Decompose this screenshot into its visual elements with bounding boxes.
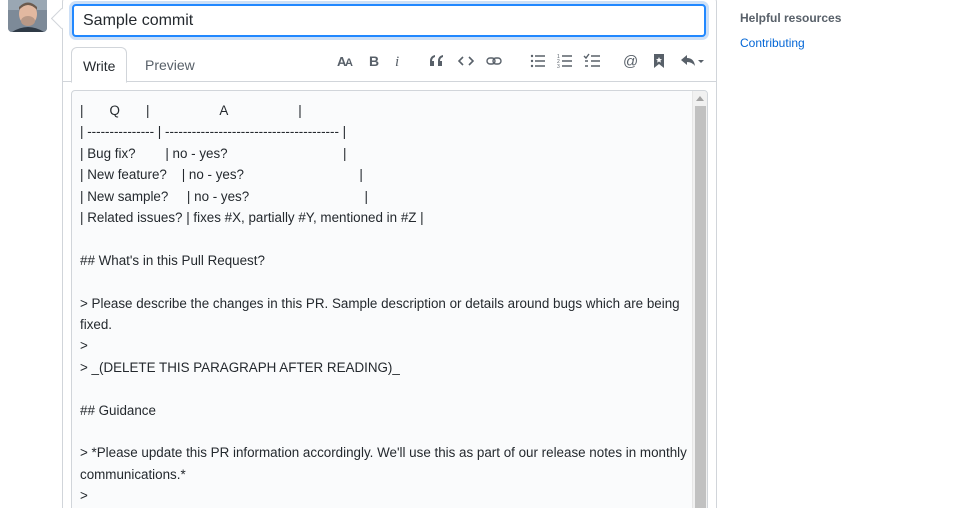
body-line: ## What's in this Pull Request? — [80, 252, 265, 268]
avatar[interactable] — [8, 0, 47, 32]
body-line: > Please describe the changes in this PR… — [80, 295, 684, 333]
helpful-resources-heading: Helpful resources — [740, 11, 842, 25]
svg-text:3: 3 — [557, 64, 560, 69]
code-icon[interactable] — [456, 51, 476, 71]
body-line — [80, 271, 688, 292]
title-input[interactable] — [72, 4, 706, 37]
body-line: | New sample? | no - yes? | — [80, 188, 369, 204]
body-line: ## Guidance — [80, 402, 156, 418]
svg-text:i: i — [395, 54, 399, 69]
tab-write[interactable]: Write — [71, 47, 127, 83]
mention-icon[interactable]: @ — [621, 51, 641, 71]
svg-text:B: B — [369, 53, 379, 69]
reply-icon[interactable] — [680, 51, 706, 71]
body-line: > _(DELETE THIS PARAGRAPH AFTER READING)… — [80, 359, 400, 375]
unordered-list-icon[interactable] — [528, 51, 548, 71]
tab-preview[interactable]: Preview — [133, 47, 207, 83]
link-icon[interactable] — [484, 51, 504, 71]
contributing-link[interactable]: Contributing — [740, 36, 805, 50]
body-line: | --------------- | --------------------… — [80, 124, 347, 140]
body-line: > — [80, 338, 88, 354]
body-line — [80, 378, 688, 399]
scrollbar[interactable] — [692, 91, 707, 508]
pr-body-text[interactable]: | Q | A | | --------------- | -----------… — [80, 100, 688, 507]
svg-text:@: @ — [623, 53, 638, 69]
pr-body-textarea[interactable]: | Q | A | | --------------- | -----------… — [71, 90, 708, 508]
text-size-icon[interactable]: AA — [336, 51, 356, 71]
saved-reply-icon[interactable] — [649, 51, 669, 71]
body-line — [80, 421, 688, 442]
ordered-list-icon[interactable]: 123 — [555, 51, 575, 71]
italic-icon[interactable]: i — [388, 51, 408, 71]
body-line: | New feature? | no - yes? | — [80, 167, 363, 183]
task-list-icon[interactable] — [582, 51, 602, 71]
quote-icon[interactable] — [427, 51, 447, 71]
scrollbar-thumb[interactable] — [695, 106, 706, 508]
body-line — [80, 228, 688, 249]
bold-icon[interactable]: B — [364, 51, 384, 71]
body-line: | Q | A | — [80, 103, 302, 118]
body-line: > *Please update this PR information acc… — [80, 445, 691, 482]
body-line: | Bug fix? | no - yes? | — [80, 145, 347, 161]
svg-text:A: A — [345, 57, 353, 69]
body-line: | Related issues? | fixes #X, partially … — [80, 210, 424, 226]
scroll-up-arrow-icon[interactable] — [693, 91, 707, 105]
body-line: > — [80, 488, 88, 504]
